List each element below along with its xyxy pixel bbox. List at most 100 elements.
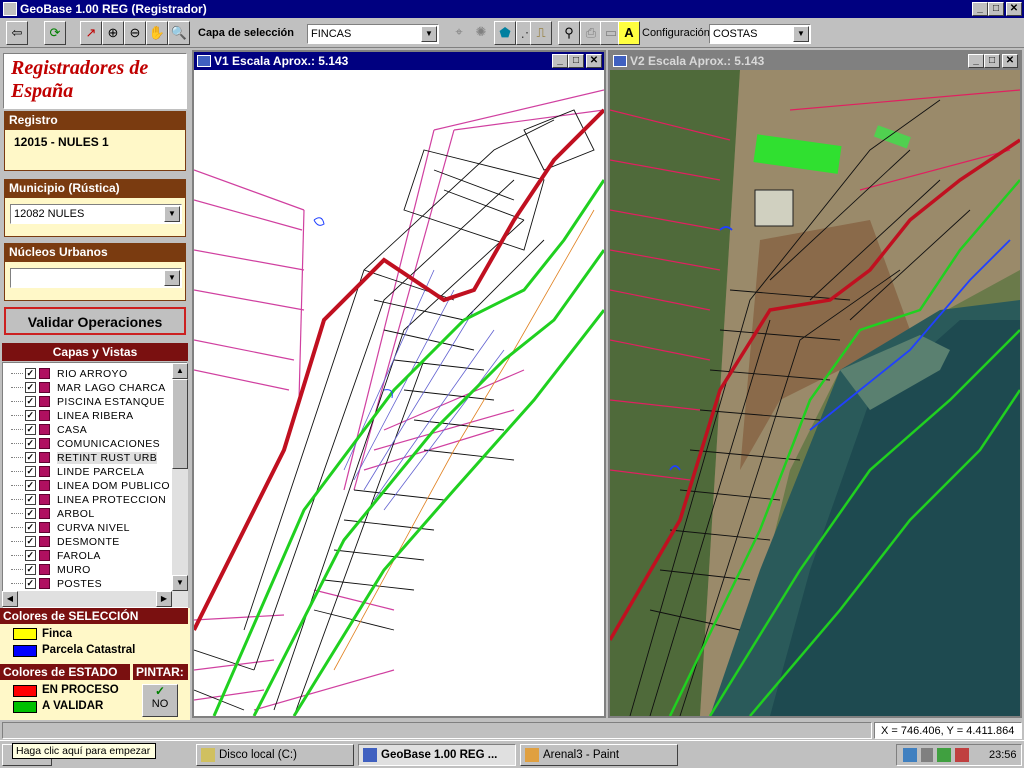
v1-map-canvas[interactable] xyxy=(194,70,604,716)
zoom-in-icon[interactable]: ⊕ xyxy=(102,21,124,45)
tree-connector xyxy=(11,429,23,430)
chevron-down-icon[interactable]: ▼ xyxy=(164,206,180,222)
layer-item[interactable]: ✓ LINEA DOM PUBLICO xyxy=(9,479,175,493)
scroll-right-icon[interactable]: ▶ xyxy=(156,591,172,607)
chevron-down-icon[interactable]: ▼ xyxy=(793,26,809,42)
layer-item[interactable]: ✓ MURO xyxy=(9,563,175,577)
layer-checkbox[interactable]: ✓ xyxy=(25,424,36,435)
layer-checkbox[interactable]: ✓ xyxy=(25,480,36,491)
scroll-up-icon[interactable]: ▲ xyxy=(172,363,188,379)
layer-checkbox[interactable]: ✓ xyxy=(25,382,36,393)
registro-value: 12015 - NULES 1 xyxy=(14,135,109,149)
layer-item[interactable]: ✓ DESMONTE xyxy=(9,535,175,549)
layer-checkbox[interactable]: ✓ xyxy=(25,508,36,519)
v2-close-button[interactable]: ✕ xyxy=(1002,54,1018,68)
config-select[interactable]: COSTAS ▼ xyxy=(709,24,811,44)
layer-item[interactable]: ✓ CURVA NIVEL xyxy=(9,521,175,535)
state-colors-header: Colores de ESTADO xyxy=(0,664,130,680)
layer-checkbox[interactable]: ✓ xyxy=(25,536,36,547)
v2-map-canvas[interactable] xyxy=(610,70,1020,716)
layer-horizontal-scrollbar[interactable]: ◀ ▶ xyxy=(2,591,188,607)
scroll-left-icon[interactable]: ◀ xyxy=(2,591,18,607)
view-window-icon xyxy=(613,55,627,67)
layer-checkbox[interactable]: ✓ xyxy=(25,368,36,379)
layer-book-icon xyxy=(39,536,50,547)
layer-item[interactable]: ✓ POSTES xyxy=(9,577,175,591)
layer-checkbox[interactable]: ✓ xyxy=(25,466,36,477)
layers-header: Capas y Vistas xyxy=(2,343,188,361)
municipio-value: 12082 NULES xyxy=(14,208,85,220)
layer-item[interactable]: ✓ COMUNICACIONES xyxy=(9,437,175,451)
app-title-bar: GeoBase 1.00 REG (Registrador) _ □ ✕ xyxy=(0,0,1024,18)
exit-icon[interactable]: ⇦ xyxy=(6,21,28,45)
connection-icon[interactable] xyxy=(937,748,951,762)
v2-maximize-button[interactable]: □ xyxy=(984,54,1000,68)
layer-item[interactable]: ✓ PISCINA ESTANQUE xyxy=(9,395,175,409)
layer-checkbox[interactable]: ✓ xyxy=(25,564,36,575)
v1-maximize-button[interactable]: □ xyxy=(568,54,584,68)
task-disco-local[interactable]: Disco local (C:) xyxy=(196,744,354,766)
map-view-v2[interactable]: V2 Escala Aprox.: 5.143 _ □ ✕ xyxy=(608,50,1022,718)
print-icon[interactable]: ⎙ xyxy=(580,21,602,45)
tree-connector xyxy=(11,485,23,486)
chevron-down-icon[interactable]: ▼ xyxy=(164,270,180,286)
map-view-v1[interactable]: V1 Escala Aprox.: 5.143 _ □ ✕ xyxy=(192,50,606,718)
layer-checkbox[interactable]: ✓ xyxy=(25,494,36,505)
find-binoculars-icon[interactable]: ⚲ xyxy=(558,21,580,45)
layer-checkbox[interactable]: ✓ xyxy=(25,452,36,463)
layer-item[interactable]: ✓ LINEA PROTECCION xyxy=(9,493,175,507)
v1-minimize-button[interactable]: _ xyxy=(552,54,568,68)
layer-checkbox[interactable]: ✓ xyxy=(25,550,36,561)
layer-label: FAROLA xyxy=(57,550,101,562)
select-polygon-icon[interactable]: ✺ xyxy=(470,21,492,45)
volume-icon[interactable] xyxy=(921,748,933,762)
refresh-icon[interactable]: ⟳ xyxy=(44,21,66,45)
polygon-tool-icon[interactable]: ⬟ xyxy=(494,21,516,45)
en-proceso-swatch xyxy=(13,685,37,697)
layer-vertical-scrollbar[interactable]: ▲ ▼ xyxy=(172,363,188,591)
layer-checkbox[interactable]: ✓ xyxy=(25,522,36,533)
layer-checkbox[interactable]: ✓ xyxy=(25,438,36,449)
zoom-window-icon[interactable]: ↗ xyxy=(80,21,102,45)
layer-item[interactable]: ✓ ARBOL xyxy=(9,507,175,521)
layer-item[interactable]: ✓ MAR LAGO CHARCA xyxy=(9,381,175,395)
layer-item[interactable]: ✓ RETINT RUST URB xyxy=(9,451,175,465)
zoom-out-icon[interactable]: ⊖ xyxy=(124,21,146,45)
scroll-thumb[interactable] xyxy=(172,379,188,469)
seleccion-select[interactable]: FINCAS ▼ xyxy=(307,24,439,44)
pan-hand-icon[interactable]: ✋ xyxy=(146,21,168,45)
nucleos-select[interactable]: ▼ xyxy=(10,268,182,288)
display-icon[interactable] xyxy=(955,748,969,762)
scroll-down-icon[interactable]: ▼ xyxy=(172,575,188,591)
tree-connector xyxy=(11,513,23,514)
app-title: GeoBase 1.00 REG (Registrador) xyxy=(20,2,207,16)
maximize-button[interactable]: □ xyxy=(988,2,1004,16)
network-icon[interactable] xyxy=(903,748,917,762)
task-geobase[interactable]: GeoBase 1.00 REG ... xyxy=(358,744,516,766)
nucleos-header: Núcleos Urbanos xyxy=(4,243,186,261)
layer-item[interactable]: ✓ FAROLA xyxy=(9,549,175,563)
close-button[interactable]: ✕ xyxy=(1006,2,1022,16)
layer-checkbox[interactable]: ✓ xyxy=(25,396,36,407)
layer-item[interactable]: ✓ CASA xyxy=(9,423,175,437)
layer-checkbox[interactable]: ✓ xyxy=(25,578,36,589)
chevron-down-icon[interactable]: ▼ xyxy=(421,26,437,42)
v1-close-button[interactable]: ✕ xyxy=(586,54,602,68)
v2-minimize-button[interactable]: _ xyxy=(968,54,984,68)
identify-icon[interactable]: 🔍 xyxy=(168,21,190,45)
layer-item[interactable]: ✓ LINDE PARCELA xyxy=(9,465,175,479)
layer-label: CASA xyxy=(57,424,88,436)
layer-item[interactable]: ✓ RIO ARROYO xyxy=(9,367,175,381)
en-proceso-label: EN PROCESO xyxy=(42,684,119,696)
bookmark-icon[interactable]: ⎍ xyxy=(530,21,552,45)
text-annotation-icon[interactable]: A xyxy=(618,21,640,45)
pintar-toggle[interactable]: ✓ NO xyxy=(142,684,178,717)
municipio-select[interactable]: 12082 NULES ▼ xyxy=(10,204,182,224)
layer-label: ARBOL xyxy=(57,508,95,520)
validate-operations-button[interactable]: Validar Operaciones xyxy=(4,307,186,335)
task-paint[interactable]: Arenal3 - Paint xyxy=(520,744,678,766)
minimize-button[interactable]: _ xyxy=(972,2,988,16)
select-fence-icon[interactable]: ⌖ xyxy=(448,21,470,45)
layer-item[interactable]: ✓ LINEA RIBERA xyxy=(9,409,175,423)
layer-checkbox[interactable]: ✓ xyxy=(25,410,36,421)
